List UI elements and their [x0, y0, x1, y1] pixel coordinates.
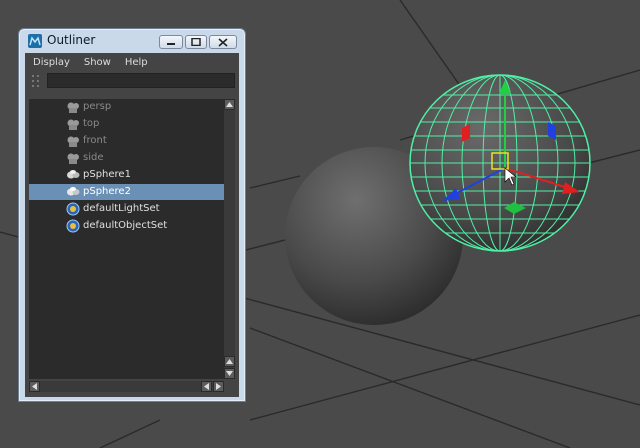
set-icon	[66, 202, 80, 216]
scroll-right-button[interactable]	[213, 381, 224, 392]
scroll-up-button[interactable]	[224, 99, 235, 110]
menu-show[interactable]: Show	[78, 57, 117, 68]
camera-icon	[67, 102, 79, 113]
arrow-left-icon	[204, 383, 209, 390]
scroll-left-end-button[interactable]	[201, 381, 212, 392]
maximize-button[interactable]	[185, 35, 207, 49]
outliner-list[interactable]: persp top front side pSphere1 pSphere2 d…	[29, 99, 224, 379]
arrow-right-icon	[216, 383, 221, 390]
scroll-left-button[interactable]	[29, 381, 40, 392]
outliner-panel: Display Show Help persp top front side p…	[25, 53, 239, 397]
list-item-persp[interactable]: persp	[29, 99, 224, 115]
arrow-up-icon	[226, 102, 233, 107]
list-item-defaultobjectset[interactable]: defaultObjectSet	[29, 218, 224, 234]
list-item-label: pSphere1	[83, 169, 131, 180]
vertical-scrollbar[interactable]	[224, 99, 235, 379]
window-title: Outliner	[47, 33, 96, 47]
list-item-label: top	[83, 118, 100, 129]
mesh-icon	[67, 187, 80, 196]
search-row	[25, 71, 239, 93]
psphere2[interactable]	[409, 74, 591, 252]
mesh-icon	[67, 170, 80, 179]
list-item-defaultlightset[interactable]: defaultLightSet	[29, 201, 224, 217]
list-item-label: defaultLightSet	[83, 203, 160, 214]
arrow-left-icon	[32, 383, 37, 390]
list-item-psphere2[interactable]: pSphere2	[29, 184, 224, 200]
minimize-icon	[167, 43, 175, 45]
menu-bar: Display Show Help	[25, 53, 239, 71]
outliner-titlebar[interactable]: Outliner	[19, 29, 245, 53]
close-icon	[218, 37, 228, 47]
menu-help[interactable]: Help	[119, 57, 154, 68]
arrow-up-icon	[226, 359, 233, 364]
horizontal-scrollbar[interactable]	[29, 381, 224, 392]
list-item-label: defaultObjectSet	[83, 220, 168, 231]
list-item-label: persp	[83, 101, 112, 112]
maximize-icon	[191, 38, 201, 46]
outliner-window[interactable]: Outliner Display Show Help persp top fro…	[18, 28, 246, 402]
list-item-label: side	[83, 152, 104, 163]
list-item-front[interactable]: front	[29, 133, 224, 149]
minimize-button[interactable]	[159, 35, 183, 49]
list-item-label: front	[83, 135, 107, 146]
close-button[interactable]	[209, 35, 237, 49]
scroll-up-bottom-button[interactable]	[224, 356, 235, 367]
list-item-side[interactable]: side	[29, 150, 224, 166]
list-item-psphere1[interactable]: pSphere1	[29, 167, 224, 183]
set-icon	[66, 219, 80, 233]
drag-grip-icon[interactable]	[31, 74, 41, 88]
camera-icon	[67, 136, 79, 147]
search-field[interactable]	[47, 73, 235, 88]
scroll-down-button[interactable]	[224, 368, 235, 379]
camera-icon	[67, 119, 79, 130]
list-item-label: pSphere2	[83, 186, 131, 197]
maya-app-icon	[28, 34, 42, 48]
menu-display[interactable]: Display	[27, 57, 76, 68]
arrow-down-icon	[226, 371, 233, 376]
camera-icon	[67, 153, 79, 164]
list-item-top[interactable]: top	[29, 116, 224, 132]
scroll-corner	[224, 381, 235, 392]
